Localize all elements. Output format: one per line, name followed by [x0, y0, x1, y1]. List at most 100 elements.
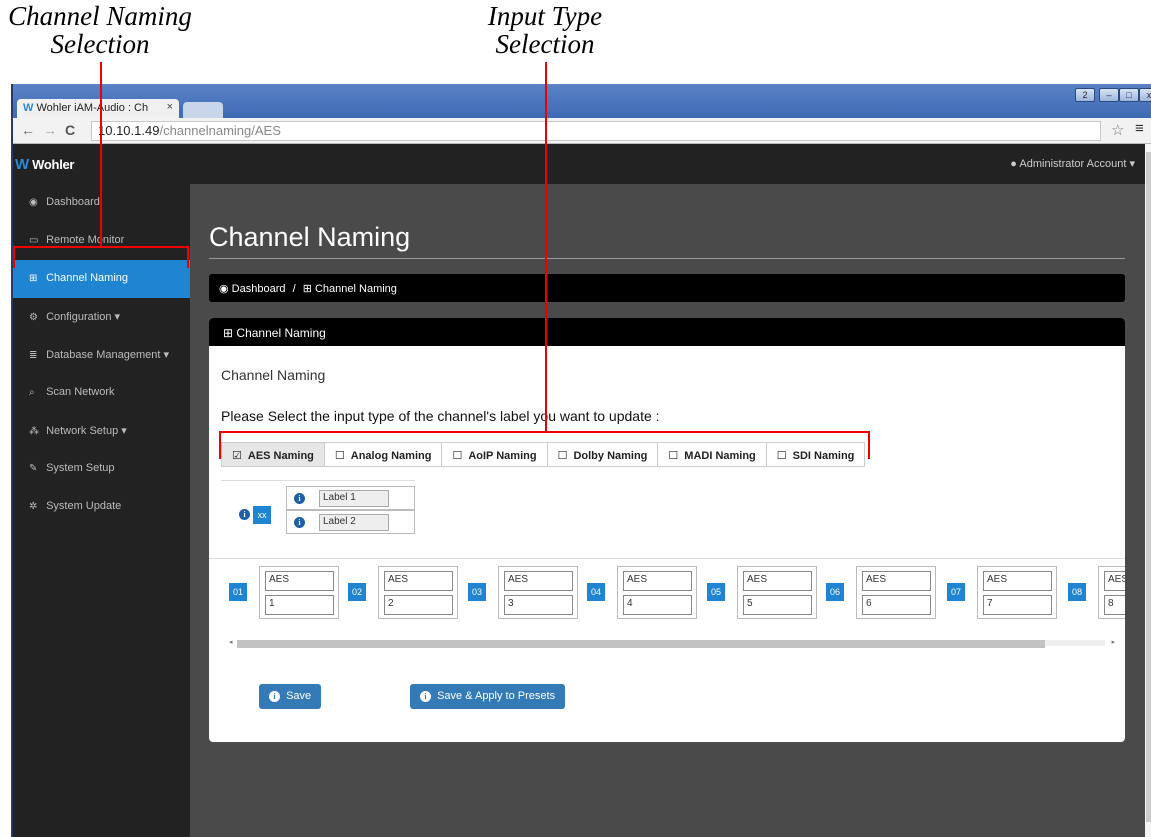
sidebar-item-configuration[interactable]: ⚙ Configuration ▾ — [13, 298, 190, 336]
scroll-right-icon[interactable]: ▸ — [1111, 638, 1115, 646]
sidebar-item-network-setup[interactable]: ⁂ Network Setup ▾ — [13, 412, 190, 450]
tab-close-icon[interactable]: × — [167, 101, 173, 113]
account-menu[interactable]: ● Administrator Account ▾ — [1010, 157, 1135, 170]
channel-label-box: AES 2 — [378, 566, 458, 619]
gear-icon: ✲ — [29, 501, 38, 512]
channel-label-box: AES 6 — [856, 566, 936, 619]
info-icon: i — [269, 691, 280, 702]
sidebar-item-system-setup[interactable]: ✎ System Setup — [13, 450, 190, 488]
url-field[interactable]: 10.10.1.49/channelnaming/AES — [91, 121, 1101, 141]
sidebar-item-label: Remote Monitor — [46, 234, 125, 246]
legend-label1: Label 1 — [319, 490, 389, 507]
panel-header: ⊞ Channel Naming — [209, 318, 1125, 346]
channel-label2-input[interactable]: 6 — [862, 595, 931, 615]
channel-label-box: AES 5 — [737, 566, 817, 619]
minimize-button[interactable]: – — [1099, 88, 1119, 102]
channel-label-box: AES 1 — [259, 566, 339, 619]
sidebar-item-label: Channel Naming — [46, 272, 128, 284]
reload-icon[interactable]: C — [65, 122, 75, 138]
url-path: /channelnaming/AES — [159, 123, 281, 138]
account-label: Administrator Account — [1019, 158, 1127, 170]
url-host: 10.10.1.49 — [98, 123, 160, 138]
back-arrow-icon[interactable]: ← — [21, 122, 35, 138]
annotation-channel-naming-selection: Channel Naming Selection — [8, 1, 192, 59]
sidebar: ◉ Dashboard ▭ Remote Monitor ⊞ Channel N… — [13, 184, 190, 837]
wohler-logo[interactable]: W Wohler — [15, 156, 75, 173]
wohler-favicon: W — [23, 102, 34, 114]
channel-label1-input[interactable]: AES — [384, 571, 453, 591]
channel-label2-input[interactable]: 3 — [504, 595, 573, 615]
channel-label2-input[interactable]: 8 — [1104, 595, 1125, 615]
address-bar-row: ← → C 10.10.1.49/channelnaming/AES ☆ ≡ — [13, 118, 1151, 144]
table-icon: ⊞ — [223, 326, 234, 340]
channel-label1-input[interactable]: AES — [1104, 571, 1125, 591]
sidebar-item-label: System Setup — [46, 462, 115, 474]
channel-label-box: AES 8 — [1098, 566, 1125, 619]
browser-menu-icon[interactable]: ≡ — [1135, 120, 1144, 137]
channel-label-box: AES 7 — [977, 566, 1057, 619]
maximize-button[interactable]: □ — [1119, 88, 1139, 102]
close-window-button[interactable]: x — [1139, 88, 1151, 102]
scroll-thumb[interactable] — [237, 640, 1045, 648]
profile-button[interactable]: 2 — [1075, 88, 1095, 102]
channel-label1-input[interactable]: AES — [862, 571, 931, 591]
sidebar-item-label: Configuration ▾ — [46, 311, 121, 323]
wohler-logo-mark-icon: W — [15, 156, 29, 173]
title-divider — [209, 258, 1125, 259]
info-icon: i — [294, 517, 305, 528]
sidebar-item-label: Scan Network — [46, 386, 115, 398]
channel-number: 05 — [707, 583, 725, 601]
channel-naming-panel: ⊞ Channel Naming Channel Naming Please S… — [209, 318, 1125, 742]
vertical-scrollbar[interactable] — [1145, 144, 1151, 837]
channel-label1-input[interactable]: AES — [743, 571, 812, 591]
callout-bracket-channel-naming — [13, 246, 189, 268]
channel-label-box: AES 4 — [617, 566, 697, 619]
logo-text: Wohler — [32, 157, 75, 172]
monitor-icon: ▭ — [29, 235, 39, 246]
user-icon: ● — [1010, 158, 1017, 170]
channel-label1-input[interactable]: AES — [265, 571, 334, 591]
channel-label2-input[interactable]: 7 — [983, 595, 1052, 615]
breadcrumb-home[interactable]: Dashboard — [232, 283, 286, 295]
breadcrumb-current: Channel Naming — [314, 283, 397, 295]
browser-tab[interactable]: W Wohler iAM-Audio : Ch × — [17, 99, 179, 118]
channel-label2-input[interactable]: 5 — [743, 595, 812, 615]
browser-window: W Wohler iAM-Audio : Ch × 2 – □ x ← → C … — [11, 84, 1151, 837]
bookmark-star-icon[interactable]: ☆ — [1111, 121, 1124, 139]
sidebar-item-label: Network Setup ▾ — [46, 425, 127, 437]
breadcrumb: ◉ Dashboard / ⊞ Channel Naming — [209, 274, 1125, 302]
table-icon: ⊞ — [302, 283, 312, 295]
channel-label1-input[interactable]: AES — [983, 571, 1052, 591]
callout-bracket-input-type — [219, 431, 870, 459]
channel-label2-input[interactable]: 4 — [623, 595, 692, 615]
horizontal-scrollbar[interactable]: ◂ ▸ — [229, 638, 1115, 648]
sidebar-item-label: Dashboard — [46, 196, 100, 208]
sidebar-item-label: System Update — [46, 500, 122, 512]
panel-title: Channel Naming — [236, 326, 326, 340]
input-type-prompt: Please Select the input type of the chan… — [221, 408, 660, 424]
new-tab-button[interactable] — [183, 102, 223, 118]
sidebar-item-database-management[interactable]: ≣ Database Management ▾ — [13, 336, 190, 374]
cogs-icon: ⚙ — [29, 312, 38, 323]
channel-label2-input[interactable]: 2 — [384, 595, 453, 615]
sidebar-item-system-update[interactable]: ✲ System Update — [13, 488, 190, 526]
vertical-scroll-thumb[interactable] — [1146, 152, 1151, 822]
callout-line-channel-naming — [100, 62, 102, 246]
channel-number: 01 — [229, 583, 247, 601]
scroll-left-icon[interactable]: ◂ — [229, 638, 233, 646]
channel-number: 02 — [348, 583, 366, 601]
forward-arrow-icon[interactable]: → — [43, 122, 57, 138]
save-button[interactable]: i Save — [259, 684, 322, 709]
channel-label1-input[interactable]: AES — [623, 571, 692, 591]
save-label: Save — [286, 690, 312, 702]
save-apply-presets-button[interactable]: i Save & Apply to Presets — [410, 684, 566, 709]
channel-number: 04 — [587, 583, 605, 601]
channel-label2-input[interactable]: 1 — [265, 595, 334, 615]
legend-label2-box: i Label 2 — [286, 510, 415, 534]
sidebar-item-scan-network[interactable]: ⌕ Scan Network — [13, 374, 190, 412]
dashboard-icon: ◉ — [29, 197, 38, 208]
channel-number: 08 — [1068, 583, 1086, 601]
legend-label1-box: i Label 1 — [286, 486, 415, 510]
database-icon: ≣ — [29, 350, 38, 361]
channel-label1-input[interactable]: AES — [504, 571, 573, 591]
